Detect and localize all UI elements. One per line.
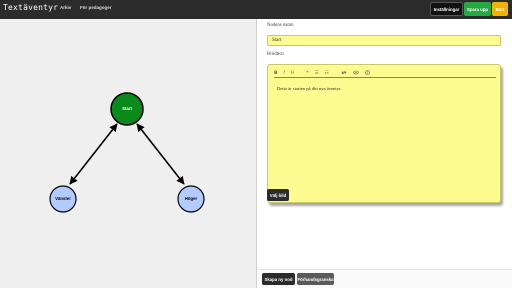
node-start[interactable]: Start xyxy=(110,92,144,126)
quit-button[interactable]: Bort xyxy=(492,2,508,16)
node-name-input[interactable]: Start xyxy=(267,35,501,46)
link-icon-svg xyxy=(341,70,347,74)
quote-icon[interactable]: ❝ xyxy=(306,71,308,76)
help-icon-svg xyxy=(364,69,370,75)
graph-svg: Start Vänster Höger xyxy=(49,92,205,213)
graph-canvas[interactable]: Start Vänster Höger xyxy=(0,19,257,288)
unordered-list-icon[interactable]: ☰ xyxy=(315,71,319,76)
preview-button[interactable]: Förhandsgranska xyxy=(297,273,334,285)
description-label: Brödtext xyxy=(267,52,284,57)
create-node-button[interactable]: Skapa ny nod xyxy=(262,273,295,285)
node-name-label: Nodens namn xyxy=(267,23,294,28)
ordered-list-icon[interactable]: ☷ xyxy=(325,71,329,76)
node-hoger-label: Höger xyxy=(185,196,198,201)
link-icon[interactable] xyxy=(341,70,347,77)
markdown-editor[interactable]: B I H ❝ ☰ ☷ Detta är starten på ditt nya… xyxy=(267,64,501,203)
node-editor-panel: Nodens namn Start Brödtext B I H ❝ ☰ ☷ D… xyxy=(258,19,512,288)
bold-icon[interactable]: B xyxy=(274,71,277,76)
help-icon[interactable] xyxy=(364,69,370,77)
edge-start-vanster xyxy=(69,123,118,185)
editor-toolbar: B I H ❝ ☰ ☷ xyxy=(274,69,496,78)
node-vanster-label: Vänster xyxy=(55,196,71,201)
node-vanster[interactable]: Vänster xyxy=(49,185,77,213)
node-start-label: Start xyxy=(122,106,132,111)
italic-icon[interactable]: I xyxy=(283,71,284,76)
preview-eye-icon[interactable] xyxy=(352,70,359,77)
edge-start-hoger xyxy=(136,123,185,185)
nav-archive[interactable]: Arkiv xyxy=(60,5,71,10)
eye-icon-svg xyxy=(352,70,359,74)
save-button[interactable]: Spara upp xyxy=(464,2,491,16)
choose-image-button[interactable]: Välj bild xyxy=(267,189,289,201)
app-brand: Textäventyr xyxy=(3,3,59,12)
nav-for-teachers[interactable]: För pedagoger xyxy=(80,5,112,10)
node-hoger[interactable]: Höger xyxy=(177,185,205,213)
top-bar: Textäventyr Arkiv För pedagoger Inställn… xyxy=(0,0,512,19)
settings-button[interactable]: Inställningar xyxy=(430,2,463,16)
editor-body-text: Detta är starten på ditt nya äventyr. xyxy=(277,86,342,91)
heading-icon[interactable]: H xyxy=(291,71,294,76)
